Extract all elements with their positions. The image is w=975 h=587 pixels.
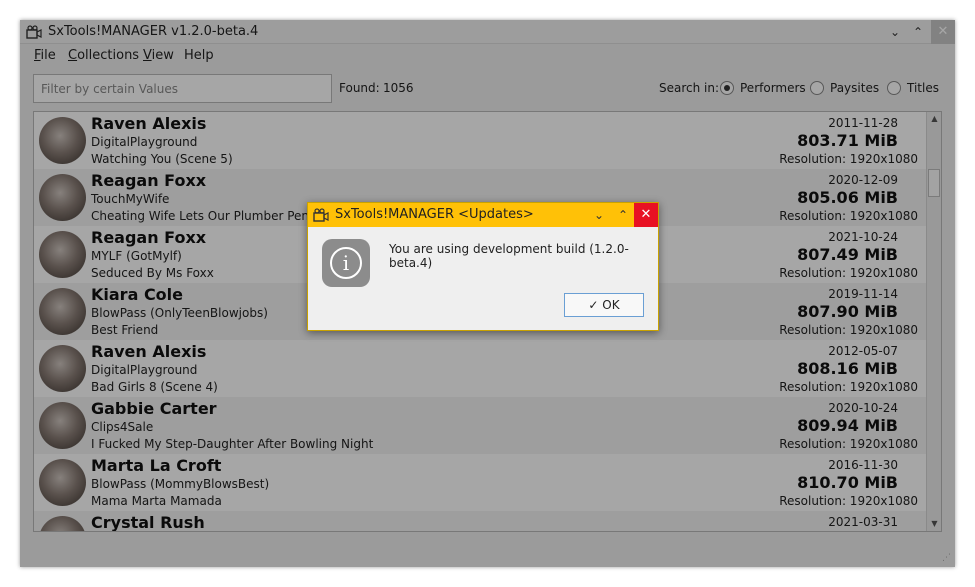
check-icon: ✓ xyxy=(588,298,599,312)
dialog-maximize-button[interactable]: ⌃ xyxy=(614,206,632,224)
dialog-message: You are using development build (1.2.0-b… xyxy=(389,242,629,270)
ok-button[interactable]: ✓ OK xyxy=(564,293,644,317)
info-glyph: i xyxy=(330,247,362,279)
updates-dialog: SxTools!MANAGER <Updates> ⌄ ⌃ ✕ i You ar… xyxy=(307,202,659,331)
dialog-title: SxTools!MANAGER <Updates> xyxy=(335,207,534,222)
dialog-titlebar[interactable]: SxTools!MANAGER <Updates> ⌄ ⌃ ✕ xyxy=(308,203,658,227)
ok-label: OK xyxy=(602,298,620,312)
dialog-minimize-button[interactable]: ⌄ xyxy=(590,206,608,224)
app-camera-icon xyxy=(313,208,329,222)
info-icon: i xyxy=(322,239,370,287)
dialog-close-button[interactable]: ✕ xyxy=(634,203,658,227)
